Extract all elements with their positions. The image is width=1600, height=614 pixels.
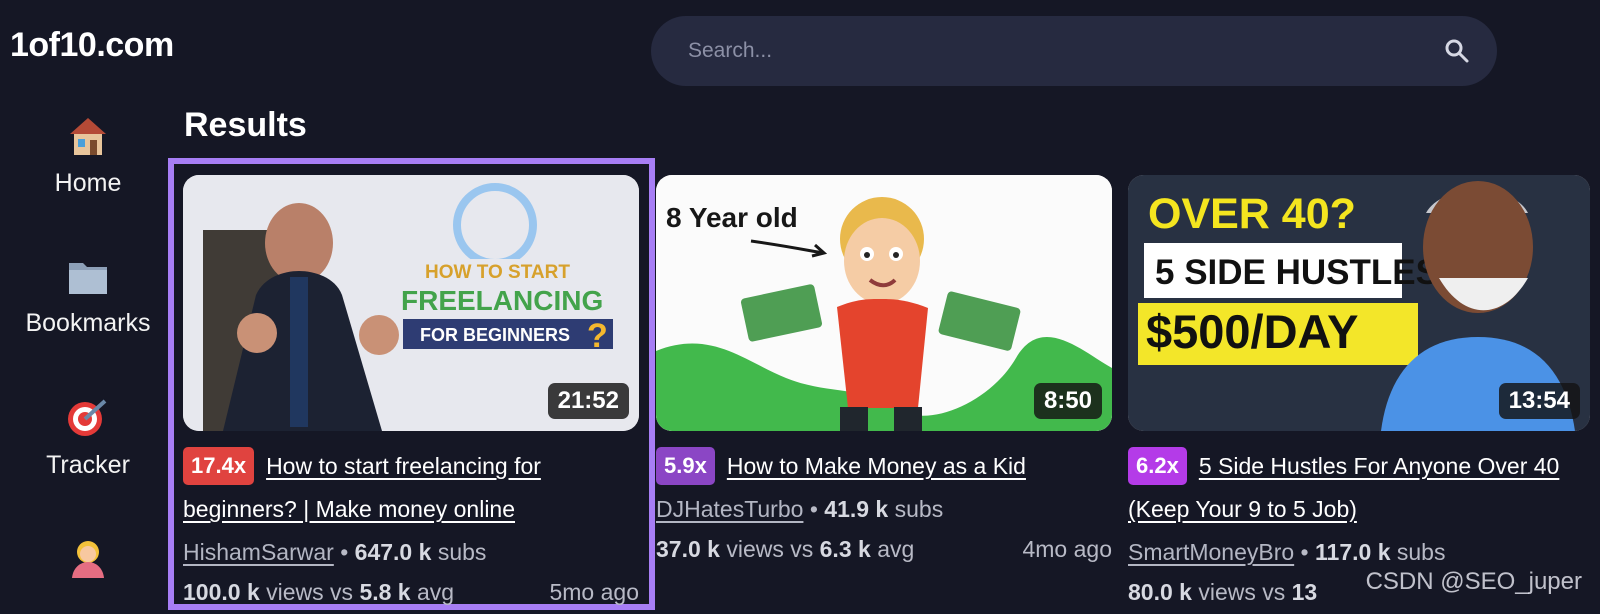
channel-link[interactable]: HishamSarwar — [183, 539, 334, 565]
svg-text:FREELANCING: FREELANCING — [401, 285, 603, 316]
svg-text:5 SIDE HUSTLES: 5 SIDE HUSTLES — [1155, 253, 1439, 292]
video-title-line[interactable]: 6.2x 5 Side Hustles For Anyone Over 40 (K… — [1128, 445, 1590, 531]
video-thumbnail[interactable]: 8 Year old 8:50 — [656, 175, 1112, 431]
svg-text:?: ? — [587, 317, 608, 355]
duration-badge: 21:52 — [547, 383, 629, 419]
outlier-multiplier-badge: 17.4x — [183, 447, 255, 485]
house-icon — [70, 118, 106, 155]
sidebar-item-home[interactable]: Home — [0, 115, 176, 198]
watermark: CSDN @SEO_juper — [1365, 568, 1582, 595]
svg-text:$500/DAY: $500/DAY — [1146, 305, 1359, 358]
site-logo[interactable]: 1of10.com — [10, 26, 174, 65]
channel-link[interactable]: DJHatesTurbo — [656, 496, 803, 522]
average-views: 6.3 k — [819, 536, 871, 562]
search-icon[interactable] — [1443, 37, 1471, 65]
search-input[interactable] — [686, 38, 1443, 64]
video-thumbnail[interactable]: HOW TO START FREELANCING FOR BEGINNERS ?… — [183, 175, 639, 431]
subscriber-count: 41.9 k — [824, 496, 889, 522]
target-icon — [68, 399, 107, 436]
duration-badge: 13:54 — [1498, 383, 1580, 419]
sidebar-item-tracker[interactable]: Tracker — [0, 395, 176, 480]
search-bar[interactable] — [651, 16, 1497, 86]
view-count: 100.0 k — [183, 579, 260, 605]
results-heading: Results — [184, 106, 307, 144]
channel-row: SmartMoneyBro • 117.0 k subs — [1128, 539, 1446, 565]
sidebar-item-bookmarks[interactable]: Bookmarks — [0, 255, 176, 338]
video-card[interactable]: 8 Year old 8:50 5.9x How to Make Money as… — [656, 175, 1112, 568]
subscriber-count: 117.0 k — [1315, 539, 1391, 565]
channel-link[interactable]: SmartMoneyBro — [1128, 539, 1294, 565]
video-title-line[interactable]: 17.4x How to start freelancing for beginn… — [183, 445, 639, 531]
sidebar-item-label: Tracker — [46, 451, 130, 479]
channel-row: HishamSarwar • 647.0 k subs — [183, 539, 487, 565]
video-thumbnail[interactable]: OVER 40? 5 SIDE HUSTLES $500/DAY 13:54 — [1128, 175, 1590, 431]
view-count: 80.0 k — [1128, 579, 1192, 605]
video-title-line[interactable]: 5.9x How to Make Money as a Kid — [656, 445, 1112, 488]
published-age: 4mo ago — [1022, 536, 1112, 562]
folder-icon — [69, 263, 107, 294]
views-row: 100.0 k views vs 5.8 k avg 5mo ago — [183, 574, 639, 611]
subscriber-count: 647.0 k — [354, 539, 432, 565]
outlier-multiplier-badge: 5.9x — [656, 447, 715, 485]
video-card[interactable]: HOW TO START FREELANCING FOR BEGINNERS ?… — [183, 175, 639, 611]
outlier-multiplier-badge: 6.2x — [1128, 447, 1187, 485]
sidebar-item-label: Bookmarks — [25, 309, 151, 337]
average-views: 5.8 k — [359, 579, 411, 605]
views-row: 37.0 k views vs 6.3 k avg 4mo ago — [656, 531, 1112, 568]
average-views: 13 — [1291, 579, 1318, 605]
video-card[interactable]: OVER 40? 5 SIDE HUSTLES $500/DAY 13:54 6… — [1128, 175, 1590, 611]
channel-row: DJHatesTurbo • 41.9 k subs — [656, 496, 944, 522]
sidebar-item-label: Home — [54, 169, 122, 197]
duration-badge: 8:50 — [1033, 383, 1102, 419]
svg-text:FOR BEGINNERS: FOR BEGINNERS — [420, 325, 570, 345]
svg-text:8 Year old: 8 Year old — [666, 202, 798, 233]
sidebar-item-profile[interactable] — [0, 535, 176, 581]
svg-text:HOW TO START: HOW TO START — [425, 262, 570, 283]
svg-text:OVER 40?: OVER 40? — [1148, 190, 1356, 238]
published-age: 5mo ago — [549, 579, 639, 605]
video-title-link[interactable]: 5 Side Hustles For Anyone Over 40 (Keep … — [1128, 453, 1559, 522]
person-icon — [72, 541, 104, 578]
video-title-link[interactable]: How to Make Money as a Kid — [727, 453, 1026, 479]
view-count: 37.0 k — [656, 536, 720, 562]
